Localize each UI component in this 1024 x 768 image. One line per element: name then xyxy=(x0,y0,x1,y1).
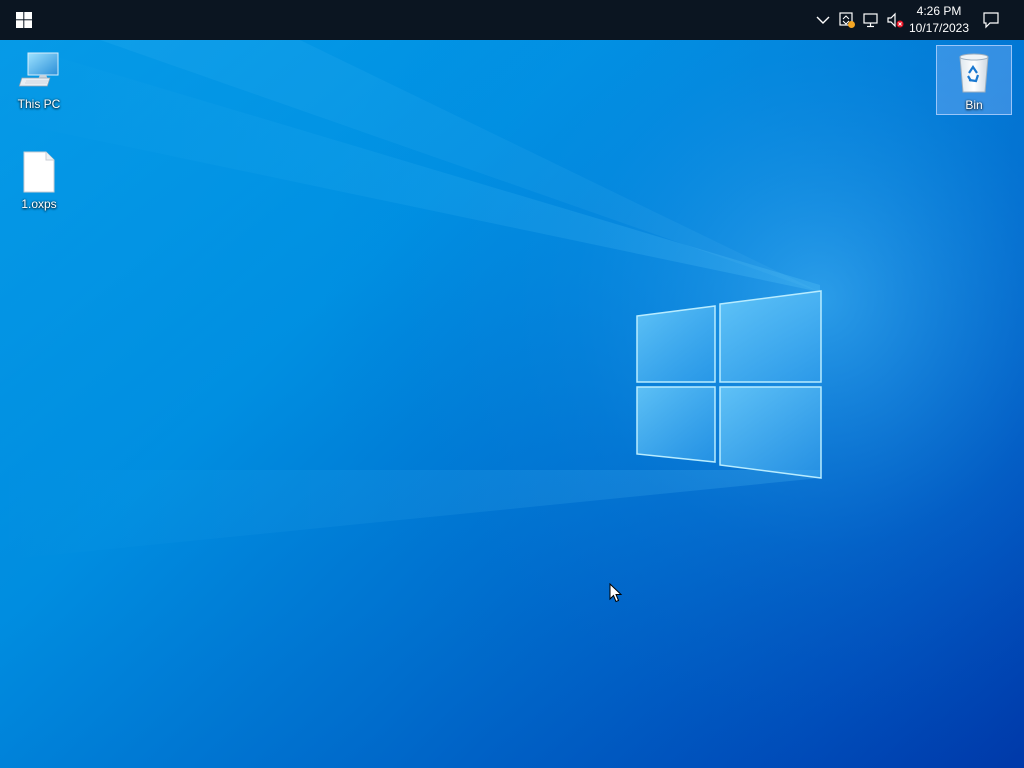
start-button[interactable] xyxy=(0,0,48,40)
document-icon xyxy=(23,151,55,193)
clock-date: 10/17/2023 xyxy=(908,21,970,35)
desktop-icon-recycle-bin[interactable]: Bin xyxy=(936,45,1012,115)
wallpaper xyxy=(0,0,1024,768)
clock-time: 4:26 PM xyxy=(916,4,962,18)
show-hidden-icons-button[interactable] xyxy=(812,0,834,40)
volume-tray-button[interactable] xyxy=(884,0,906,40)
network-tray-button[interactable] xyxy=(860,0,882,40)
security-tray-button[interactable] xyxy=(836,0,858,40)
taskbar-clock[interactable]: 4:26 PM 10/17/2023 xyxy=(904,0,974,40)
action-center-icon xyxy=(983,12,999,29)
taskbar: 4:26 PM 10/17/2023 xyxy=(0,0,1024,40)
desktop-icon-this-pc[interactable]: This PC xyxy=(1,45,77,115)
desktop-icon-document[interactable]: 1.oxps xyxy=(1,145,77,215)
desktop-icon-label: This PC xyxy=(17,97,61,111)
mouse-cursor-icon xyxy=(609,583,623,603)
recycle-bin-icon xyxy=(959,53,989,93)
network-disconnected-icon xyxy=(863,13,878,28)
security-warning-icon xyxy=(839,12,855,28)
windows-logo-icon xyxy=(16,12,32,28)
desktop-screen: 4:26 PM 10/17/2023 This PC 1.oxps Bin xyxy=(0,0,1024,768)
desktop-icon-label: 1.oxps xyxy=(21,197,57,211)
chevron-up-icon xyxy=(816,16,830,24)
desktop-icon-label: Bin xyxy=(965,98,983,112)
computer-icon xyxy=(18,52,59,87)
action-center-button[interactable] xyxy=(978,0,1004,40)
volume-muted-icon xyxy=(887,12,904,28)
